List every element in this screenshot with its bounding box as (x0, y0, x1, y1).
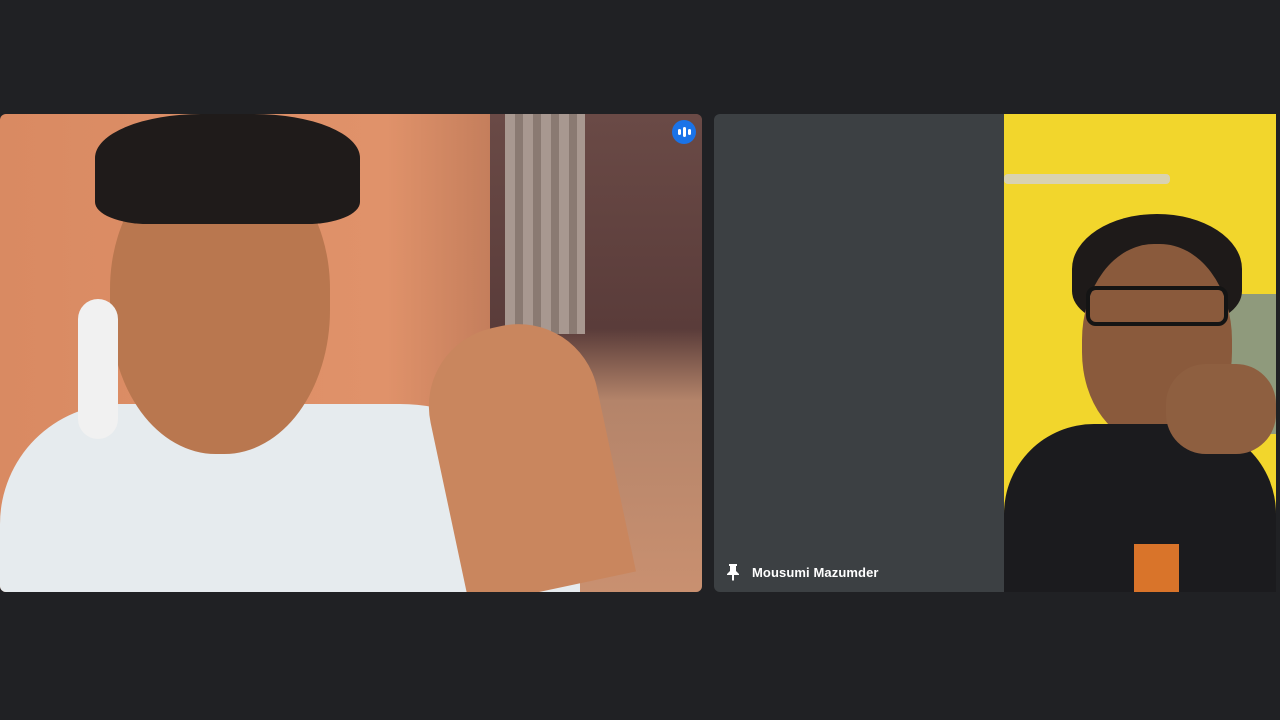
second-participant-video[interactable] (1004, 114, 1276, 592)
participant-name: Mousumi Mazumder (752, 564, 879, 580)
participant-name-row: Mousumi Mazumder (726, 563, 879, 581)
participant-headband (95, 114, 360, 224)
meeting-stage: Mousumi Mazumder (0, 0, 1280, 720)
speaking-bar (677, 129, 681, 135)
participant-video-tile[interactable] (0, 114, 702, 592)
video-window-blinds (505, 114, 585, 334)
speaking-bar (687, 129, 691, 135)
participant-inner-top (1134, 544, 1179, 592)
pin-icon[interactable] (726, 563, 740, 581)
participant-glasses (1086, 286, 1228, 326)
speaking-bar (682, 127, 686, 137)
headset (78, 299, 118, 439)
participant-hand (1166, 364, 1276, 454)
speaking-indicator-icon (672, 120, 696, 144)
wall-rod (1004, 174, 1170, 184)
